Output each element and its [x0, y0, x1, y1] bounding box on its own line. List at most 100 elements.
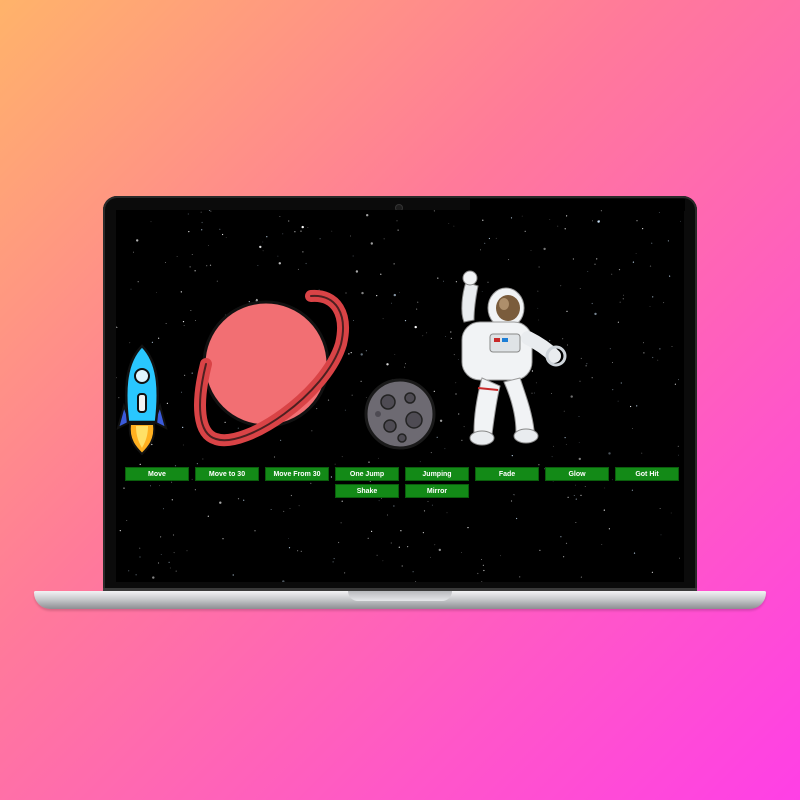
star: [367, 537, 369, 539]
star: [297, 268, 299, 270]
star: [578, 416, 580, 417]
asteroid-icon[interactable]: [362, 376, 438, 452]
star: [467, 527, 469, 529]
star: [480, 249, 481, 251]
star: [660, 534, 662, 536]
star: [677, 445, 679, 447]
star: [150, 221, 152, 223]
star: [300, 550, 302, 552]
star: [572, 258, 574, 260]
one-jump-button[interactable]: One Jump: [335, 467, 399, 481]
star: [168, 561, 170, 563]
star: [591, 377, 593, 379]
star: [641, 452, 643, 454]
star: [333, 558, 335, 560]
star: [412, 571, 414, 573]
star: [575, 522, 577, 523]
star: [619, 301, 621, 303]
star: [382, 560, 384, 562]
star: [618, 269, 621, 271]
star: [632, 428, 633, 429]
star: [172, 534, 175, 536]
star: [448, 223, 450, 224]
star: [262, 241, 264, 243]
star: [176, 256, 178, 257]
star: [282, 580, 285, 582]
star: [344, 572, 346, 574]
fade-button[interactable]: Fade: [475, 467, 539, 481]
star: [481, 581, 483, 582]
star: [551, 456, 553, 458]
star: [366, 214, 369, 217]
move-to-30-button[interactable]: Move to 30: [195, 467, 259, 481]
star: [160, 554, 162, 555]
star: [139, 556, 141, 558]
star: [341, 500, 343, 502]
star: [635, 253, 637, 254]
mirror-button[interactable]: Mirror: [405, 484, 469, 498]
star: [206, 265, 208, 267]
star: [612, 389, 614, 391]
star: [587, 271, 589, 272]
laptop-mockup: Move Move to 30 Move From 30 One Jump Ju…: [0, 0, 800, 800]
star: [404, 366, 406, 368]
star: [219, 228, 221, 230]
star: [439, 419, 443, 422]
star: [208, 245, 209, 246]
game-screen: Move Move to 30 Move From 30 One Jump Ju…: [116, 210, 684, 582]
star: [427, 501, 429, 502]
star: [222, 538, 224, 540]
star: [210, 210, 212, 212]
star: [426, 332, 428, 334]
star: [237, 498, 240, 500]
star: [135, 574, 137, 576]
move-button[interactable]: Move: [125, 467, 189, 481]
star: [580, 576, 582, 578]
star: [549, 219, 551, 220]
star: [400, 530, 402, 532]
star: [601, 544, 603, 545]
star: [579, 288, 581, 289]
star: [603, 509, 605, 511]
jumping-button[interactable]: Jumping: [405, 467, 469, 481]
animation-controls: Move Move to 30 Move From 30 One Jump Ju…: [122, 467, 682, 498]
star: [431, 504, 433, 506]
star: [393, 293, 396, 297]
star: [378, 500, 380, 502]
star: [594, 263, 596, 265]
got-hit-button[interactable]: Got Hit: [615, 467, 679, 481]
star: [165, 323, 167, 324]
shake-button[interactable]: Shake: [335, 484, 399, 498]
star: [151, 341, 153, 343]
star: [560, 536, 562, 538]
star: [130, 288, 132, 290]
star: [617, 400, 619, 402]
star: [377, 457, 379, 459]
star: [341, 456, 343, 458]
star: [414, 325, 417, 329]
star: [297, 550, 299, 552]
star: [365, 350, 367, 352]
star: [611, 273, 613, 275]
star: [511, 455, 513, 457]
move-from-30-button[interactable]: Move From 30: [265, 467, 329, 481]
star: [137, 281, 139, 283]
star: [419, 461, 421, 463]
star: [407, 546, 409, 548]
star: [670, 512, 672, 514]
star: [126, 520, 128, 521]
ringed-planet-icon[interactable]: [176, 274, 356, 454]
astronaut-image[interactable]: [444, 264, 574, 450]
star: [423, 510, 426, 512]
glow-button[interactable]: Glow: [545, 467, 609, 481]
star: [338, 541, 340, 544]
rocket-icon[interactable]: [116, 344, 168, 456]
star: [609, 348, 611, 350]
star: [519, 576, 521, 578]
star: [649, 306, 651, 307]
star: [422, 532, 424, 534]
star: [563, 556, 565, 558]
star: [404, 320, 407, 322]
star: [652, 356, 654, 359]
star: [119, 530, 121, 532]
